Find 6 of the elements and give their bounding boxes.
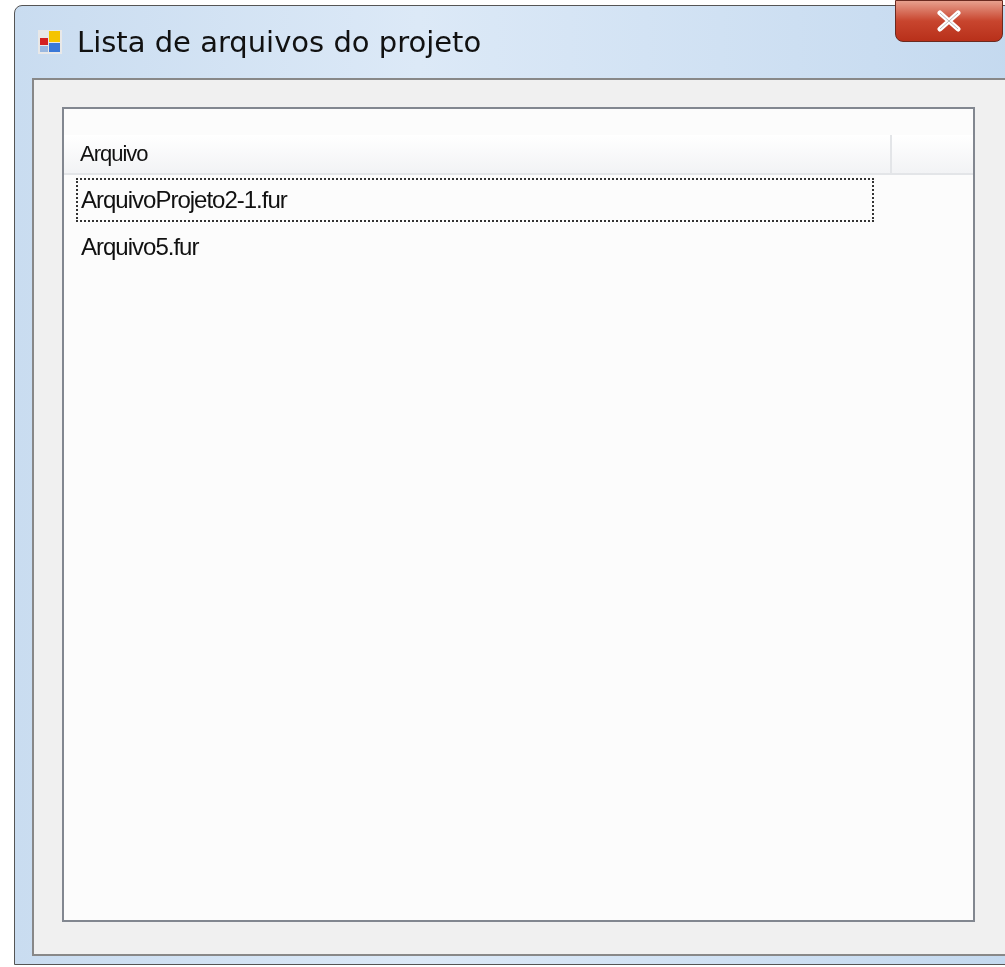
close-icon xyxy=(936,10,962,32)
window-title: Lista de arquivos do projeto xyxy=(77,25,482,59)
list-item[interactable]: ArquivoProjeto2-1.fur xyxy=(76,178,874,222)
app-icon xyxy=(37,29,63,55)
list-item[interactable]: Arquivo5.fur xyxy=(76,225,874,269)
close-button[interactable] xyxy=(895,0,1003,42)
